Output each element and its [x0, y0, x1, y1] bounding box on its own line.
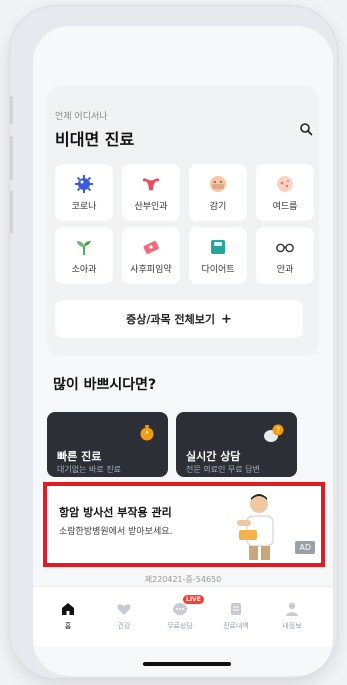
live-badge: LIVE: [183, 595, 204, 604]
category-label: 산부인과: [134, 201, 168, 212]
chat-question-icon: ?: [264, 424, 284, 442]
tab-health[interactable]: 건강: [99, 601, 149, 631]
view-all-button[interactable]: 증상/과목 전체보기 +: [55, 300, 303, 338]
tab-free-consult[interactable]: LIVE 무료상담: [155, 595, 205, 631]
category-label: 사후피임약: [130, 264, 172, 275]
search-icon[interactable]: [299, 122, 313, 136]
scale-icon: [208, 237, 228, 257]
category-tile-covid[interactable]: 코로나: [55, 164, 113, 221]
tab-my-info[interactable]: 내정보: [267, 601, 317, 631]
tab-label: 진료내역: [223, 622, 249, 630]
heart-icon: [99, 601, 149, 617]
category-tile-cold[interactable]: 감기: [189, 164, 247, 221]
ad-badge: AD: [295, 541, 315, 554]
user-icon: [267, 601, 317, 617]
certificate-number: 제220421-중-54650: [144, 575, 222, 584]
live-consult-title: 실시간 상담: [186, 450, 241, 463]
tab-home[interactable]: 홈: [43, 601, 93, 631]
tab-label: 내정보: [282, 622, 302, 630]
home-icon: [43, 601, 93, 617]
section-heading: 많이 바쁘시다면?: [53, 377, 157, 393]
app-screen: 언제 어디서나 비대면 진료 코로나 산부인과 감기 여드름 소아과 사후피임약…: [33, 26, 333, 676]
stopwatch-icon: [140, 425, 154, 441]
category-label: 감기: [209, 201, 227, 212]
category-tile-acne[interactable]: 여드름: [256, 164, 314, 221]
category-label: 다이어트: [201, 264, 235, 275]
live-consult-card[interactable]: ? 실시간 상담 전문 의료인 무료 답변: [176, 412, 297, 477]
virus-icon: [74, 174, 94, 194]
tab-history[interactable]: 진료내역: [211, 601, 261, 631]
live-consult-desc: 전문 의료인 무료 답변: [186, 465, 260, 474]
ad-title: 항암 방사선 부작용 관리: [59, 506, 172, 519]
phone-volume-button: [10, 136, 13, 180]
category-tile-emergency-contraception[interactable]: 사후피임약: [122, 227, 180, 284]
fast-consult-title: 빠른 진료: [57, 450, 102, 463]
header-subtitle: 언제 어디서나: [55, 112, 108, 122]
category-label: 안과: [276, 264, 294, 275]
ad-person-illustration: [237, 494, 274, 560]
cold-icon: [208, 174, 228, 194]
category-tile-obgyn[interactable]: 산부인과: [122, 164, 180, 221]
phone-volume-button: [10, 190, 13, 234]
home-indicator: [143, 662, 231, 666]
view-all-label: 증상/과목 전체보기: [126, 313, 215, 326]
fast-consult-desc: 대기없는 바로 진료: [57, 465, 121, 474]
category-tile-pediatrics[interactable]: 소아과: [55, 227, 113, 284]
tab-label: 건강: [117, 622, 131, 630]
ad-banner[interactable]: 항암 방사선 부작용 관리 소람한방병원에서 받아보세요. AD: [43, 482, 325, 567]
tab-label: 홈: [64, 622, 72, 630]
tab-label: 무료상담: [167, 622, 193, 630]
document-icon: [211, 601, 261, 617]
sprout-icon: [74, 237, 94, 257]
category-tile-diet[interactable]: 다이어트: [189, 227, 247, 284]
fast-consult-card[interactable]: 빠른 진료 대기없는 바로 진료: [47, 412, 168, 477]
ad-subtitle: 소람한방병원에서 받아보세요.: [59, 527, 173, 537]
glasses-icon: [275, 237, 295, 257]
plus-icon: +: [220, 311, 232, 327]
pill-icon: [141, 237, 161, 257]
category-label: 코로나: [71, 201, 97, 212]
phone-frame: 언제 어디서나 비대면 진료 코로나 산부인과 감기 여드름 소아과 사후피임약…: [10, 6, 337, 678]
uterus-icon: [141, 174, 161, 194]
svg-text:?: ?: [276, 426, 280, 435]
category-tile-ophthalmology[interactable]: 안과: [256, 227, 314, 284]
bottom-tab-bar: 홈 건강 LIVE 무료상담 진료내역 내정보: [33, 586, 333, 646]
category-label: 소아과: [71, 264, 97, 275]
acne-icon: [275, 174, 295, 194]
category-grid: 코로나 산부인과 감기 여드름 소아과 사후피임약 다이어트 안과: [55, 164, 314, 284]
phone-side-button: [10, 96, 13, 124]
category-label: 여드름: [272, 201, 298, 212]
page-title: 비대면 진료: [55, 130, 135, 149]
